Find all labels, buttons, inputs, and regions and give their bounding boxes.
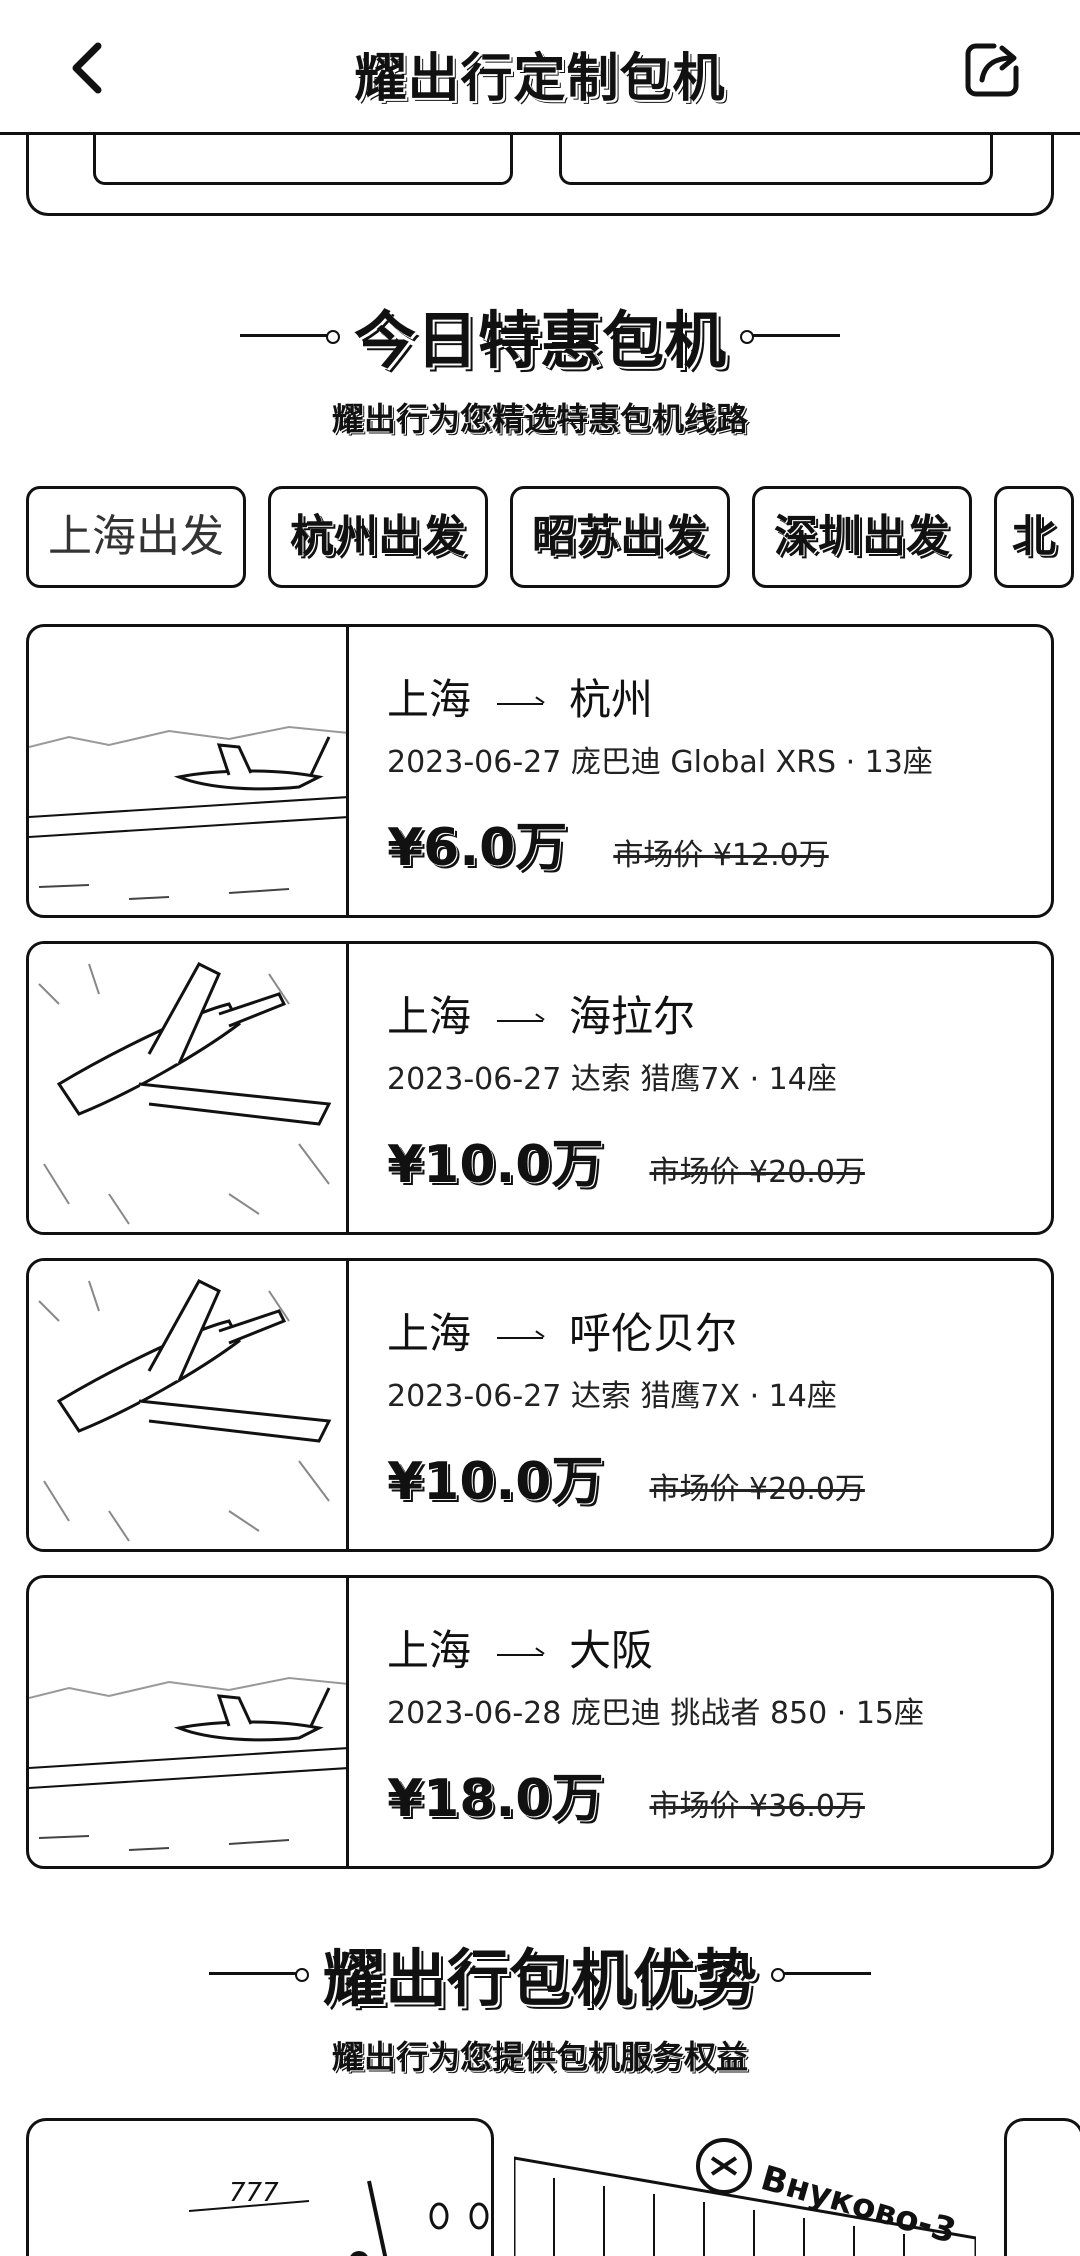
market-price: 市场价 ¥20.0万 [649,1155,865,1190]
special-title: 今日特惠包机 [353,304,726,377]
tab-shanghai[interactable]: 上海出发 [26,486,246,588]
market-price: 市场价 ¥12.0万 [613,838,829,873]
deal-price: ¥10.0万 [387,1135,604,1195]
svg-text:777: 777 [229,2178,279,2208]
flight-details: 2023-06-28 庞巴迪 挑战者 850 · 15座 [387,1696,924,1731]
flight-details: 2023-06-27 达索 猎鹰7X · 14座 [387,1062,837,1097]
top-bar: 耀出行定制包机 [0,0,1080,135]
advantages-section-heading: 耀出行包机优势 耀出行为您提供包机服务权益 [0,1928,1080,2078]
advantage-card-next[interactable] [1004,2118,1080,2256]
special-section-heading: 今日特惠包机 耀出行为您精选特惠包机线路 [0,290,1080,440]
advantage-card-private-jet[interactable]: 777 [26,2118,494,2256]
heading-decoration [771,1968,871,1982]
origin-city: 上海 [387,1626,472,1675]
flight-card[interactable]: 上海 杭州 2023-06-27 庞巴迪 Global XRS · 13座 ¥6… [26,624,1054,918]
advantages-subtitle: 耀出行为您提供包机服务权益 [331,2038,748,2076]
jet-boarding-image: 777 [188,2178,489,2256]
arrow-right-icon [497,703,544,705]
deal-price: ¥6.0万 [387,818,568,878]
tab-zhaosu[interactable]: 昭苏出发 [510,486,730,588]
destination-city: 杭州 [569,675,654,724]
flight-card[interactable]: 上海 海拉尔 2023-06-27 达索 猎鹰7X · 14座 ¥10.0万 市… [26,941,1054,1235]
route: 上海 海拉尔 [387,992,1031,1042]
tab-shenzhen[interactable]: 深圳出发 [752,486,972,588]
flight-card[interactable]: 上海 大阪 2023-06-28 庞巴迪 挑战者 850 · 15座 ¥18.0… [26,1575,1054,1869]
advantage-card-terminal[interactable]: Внуково-3 [514,2118,976,2256]
arrow-right-icon [497,1337,544,1339]
route: 上海 大阪 [387,1626,1031,1676]
origin-city: 上海 [387,1309,472,1358]
deal-price: ¥10.0万 [387,1452,604,1512]
arrow-right-icon [497,1020,544,1022]
route: 上海 杭州 [387,675,1031,725]
special-subtitle: 耀出行为您精选特惠包机线路 [331,400,748,438]
heading-decoration [740,330,840,344]
flight-details: 2023-06-27 庞巴迪 Global XRS · 13座 [387,745,933,780]
flight-card[interactable]: 上海 呼伦贝尔 2023-06-27 达索 猎鹰7X · 14座 ¥10.0万 … [26,1258,1054,1552]
route: 上海 呼伦贝尔 [387,1309,1031,1359]
destination-city: 大阪 [569,1626,654,1675]
tab-beijing[interactable]: 北 [994,486,1074,588]
share-icon[interactable] [960,38,1024,102]
tab-hangzhou[interactable]: 杭州出发 [268,486,488,588]
departure-tabs: 上海出发 杭州出发 昭苏出发 深圳出发北 [26,486,1080,590]
jet-runway-image [29,1578,349,1866]
jet-runway-image [29,627,349,915]
jet-flying-image [29,1261,349,1549]
arrow-right-icon [497,1654,544,1656]
market-price: 市场价 ¥36.0万 [649,1789,865,1824]
jet-flying-image [29,944,349,1232]
heading-decoration [239,330,340,344]
market-price: 市场价 ¥20.0万 [649,1472,865,1507]
advantages-title: 耀出行包机优势 [322,1942,757,2015]
deal-price: ¥18.0万 [387,1769,604,1829]
origin-city: 上海 [387,675,472,724]
destination-city: 海拉尔 [569,992,696,1041]
heading-decoration [208,1968,309,1982]
page-title: 耀出行定制包机 [354,49,726,109]
flight-details: 2023-06-27 达索 猎鹰7X · 14座 [387,1379,837,1414]
origin-city: 上海 [387,992,472,1041]
terminal-building-image: Внуково-3 [514,2138,976,2256]
destination-city: 呼伦贝尔 [569,1309,738,1358]
